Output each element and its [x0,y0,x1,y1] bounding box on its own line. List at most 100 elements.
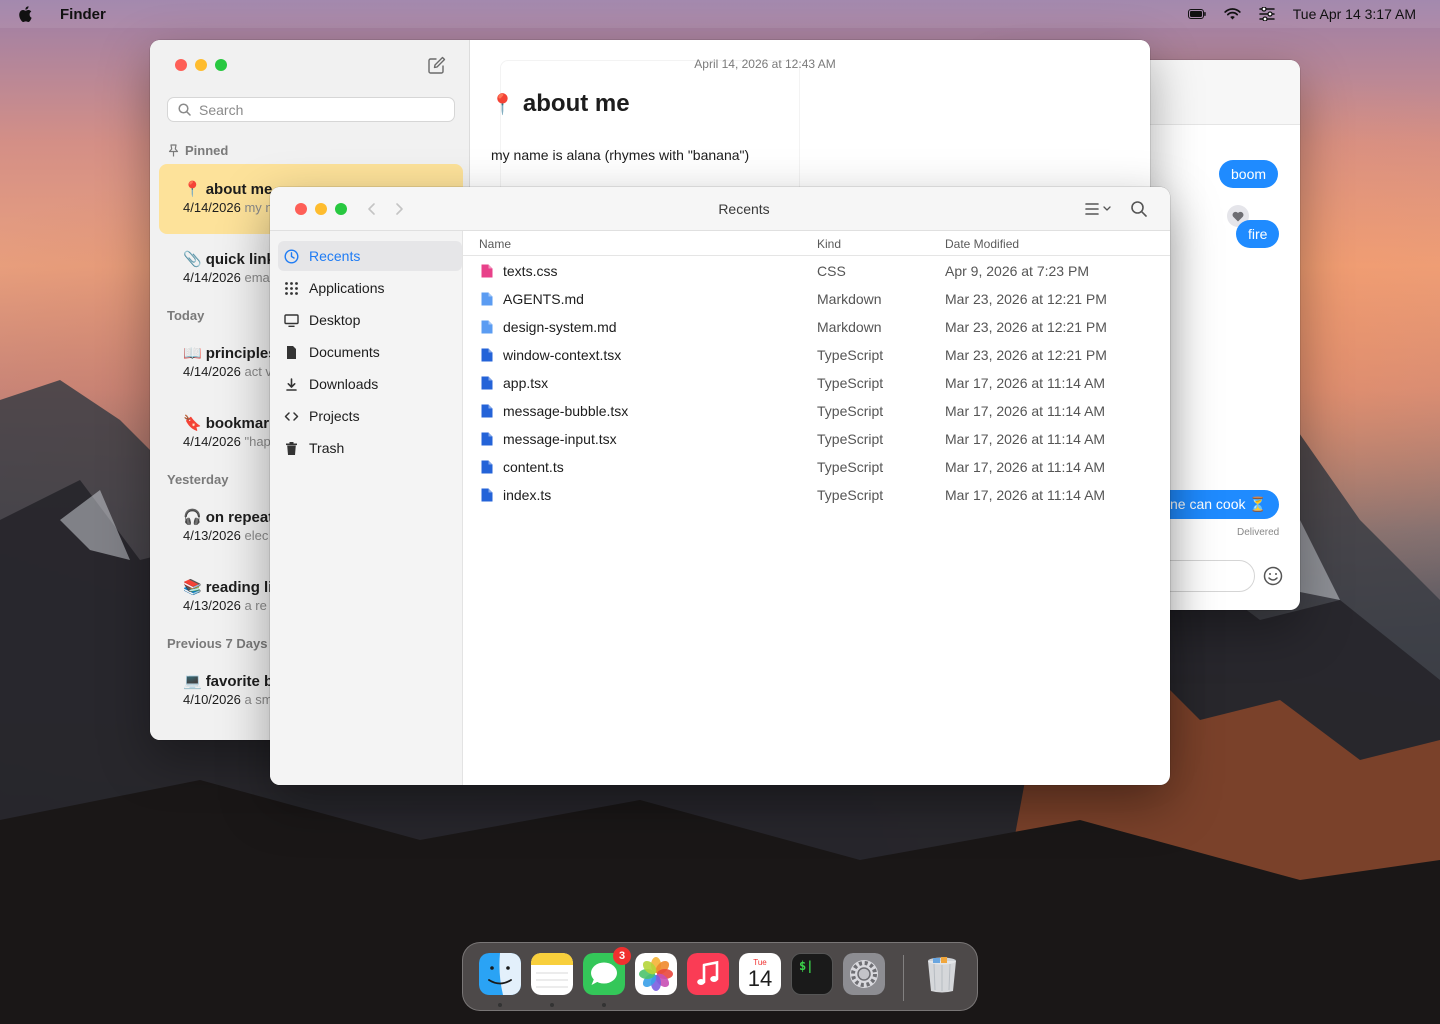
file-icon [481,320,493,334]
file-row[interactable]: app.tsx TypeScript Mar 17, 2026 at 11:14 A… [463,369,1170,397]
notes-window-controls [175,59,227,71]
sidebar-item-desktop[interactable]: Desktop [278,305,462,335]
file-date-modified: Mar 23, 2026 at 12:21 PM [945,291,1107,307]
note-emoji: 🎧 [183,509,202,526]
sidebar-item-applications[interactable]: Applications [278,273,462,303]
file-name: texts.css [503,263,558,279]
finder-dock-icon[interactable] [479,953,521,995]
file-date-modified: Mar 17, 2026 at 11:14 AM [945,375,1106,391]
file-kind: TypeScript [817,403,884,419]
pin-icon [168,144,179,157]
file-row[interactable]: window-context.tsx TypeScript Mar 23, 2026… [463,341,1170,369]
calendar-dock-icon[interactable]: Tue 14 [739,953,781,995]
note-emoji: 🔖 [183,415,202,432]
document-icon [287,345,296,359]
apple-menu-icon[interactable] [18,6,32,22]
view-options-icon[interactable] [1082,201,1116,217]
menu-bar: Finder Tue Apr 14 3:17 AM [0,0,1440,28]
note-preview: a re [244,598,267,613]
message-bubble[interactable]: boom [1219,160,1279,188]
battery-icon[interactable] [1187,9,1206,19]
note-title: quick link [205,250,275,268]
file-list: Name Kind Date Modified texts.css CSS Apr … [463,231,1170,785]
finder-window-title: Recents [718,201,770,217]
file-icon [481,404,493,418]
file-row[interactable]: design-system.md Markdown Mar 23, 2026 at … [463,313,1170,341]
hourglass-emoji: ⏳ [1249,496,1267,512]
sidebar-item-documents[interactable]: Documents [278,337,462,367]
file-icon [481,348,493,362]
message-bubble[interactable]: ne can cook ⏳ [1160,490,1279,519]
music-dock-icon[interactable] [687,953,729,995]
sidebar-item-label: Desktop [309,312,361,328]
note-emoji: 💻 [183,673,202,690]
column-header-date-modified[interactable]: Date Modified [945,237,1019,251]
message-bubble[interactable]: fire [1236,220,1280,248]
dock-divider [903,955,904,1001]
applications-grid-icon [285,281,298,295]
compose-note-icon[interactable] [428,56,446,74]
sidebar-item-trash[interactable]: Trash [278,433,462,463]
clock-icon [284,248,299,264]
file-row[interactable]: AGENTS.md Markdown Mar 23, 2026 at 12:21 P… [463,285,1170,313]
file-list-header: Name Kind Date Modified [463,231,1170,256]
file-row[interactable]: message-bubble.tsx TypeScript Mar 17, 2026… [463,397,1170,425]
pinned-section-label: Pinned [167,143,228,158]
notes-search-field[interactable]: Search [167,97,455,122]
note-date: 4/14/2026 [183,270,241,285]
trash-icon [286,441,297,455]
menu-bar-clock[interactable]: Tue Apr 14 3:17 AM [1293,6,1416,22]
file-row[interactable]: message-input.tsx TypeScript Mar 17, 2026 … [463,425,1170,453]
photos-dock-icon[interactable] [635,953,677,995]
file-date-modified: Apr 9, 2026 at 7:23 PM [945,263,1089,279]
active-app-name[interactable]: Finder [60,6,106,23]
today-section-label: Today [167,308,205,323]
zoom-button[interactable] [215,59,227,71]
note-title: favorite b [205,672,274,690]
terminal-dock-icon[interactable]: $| [791,953,833,995]
note-heading: 📍 about me [490,90,630,118]
sidebar-item-recents[interactable]: Recents [278,241,462,271]
search-icon[interactable] [1130,200,1148,218]
file-icon [481,432,493,446]
sidebar-item-downloads[interactable]: Downloads [278,369,462,399]
trash-dock-icon[interactable] [921,953,963,995]
file-kind: Markdown [817,319,882,335]
file-date-modified: Mar 23, 2026 at 12:21 PM [945,319,1107,335]
column-header-name[interactable]: Name [479,237,511,251]
column-header-kind[interactable]: Kind [817,237,841,251]
sidebar-item-projects[interactable]: Projects [278,401,462,431]
wifi-icon[interactable] [1224,8,1241,20]
file-name: app.tsx [503,375,549,391]
file-date-modified: Mar 17, 2026 at 11:14 AM [945,431,1106,447]
note-preview: elec [244,528,269,543]
file-kind: TypeScript [817,431,884,447]
note-date: 4/10/2026 [183,692,241,707]
search-icon [178,103,191,116]
file-name: index.ts [503,487,552,503]
emoji-picker-icon[interactable] [1262,565,1284,587]
finder-sidebar: Recents Applications Desktop Documents D… [270,231,463,785]
minimize-button[interactable] [195,59,207,71]
control-center-icon[interactable] [1259,7,1275,21]
note-date: 4/13/2026 [183,598,241,613]
note-date: 4/14/2026 [183,364,241,379]
close-button[interactable] [175,59,187,71]
file-date-modified: Mar 17, 2026 at 11:14 AM [945,403,1106,419]
file-row[interactable]: texts.css CSS Apr 9, 2026 at 7:23 PM [463,257,1170,285]
sidebar-item-label: Trash [309,440,345,456]
file-row[interactable]: index.ts TypeScript Mar 17, 2026 at 11:14 … [463,481,1170,509]
notes-dock-icon[interactable] [531,953,573,995]
file-date-modified: Mar 17, 2026 at 11:14 AM [945,459,1106,475]
delivered-status: Delivered [1237,527,1280,538]
system-settings-dock-icon[interactable] [843,953,885,995]
file-icon [481,488,493,502]
file-name: content.ts [503,459,564,475]
file-icon [481,376,493,390]
file-kind: CSS [817,263,846,279]
file-row[interactable]: content.ts TypeScript Mar 17, 2026 at 11:1… [463,453,1170,481]
note-heading-text: about me [522,90,630,117]
file-kind: Markdown [817,291,882,307]
note-body[interactable]: my name is alana (rhymes with "banana") [491,147,749,163]
terminal-prompt: $| [799,959,814,973]
